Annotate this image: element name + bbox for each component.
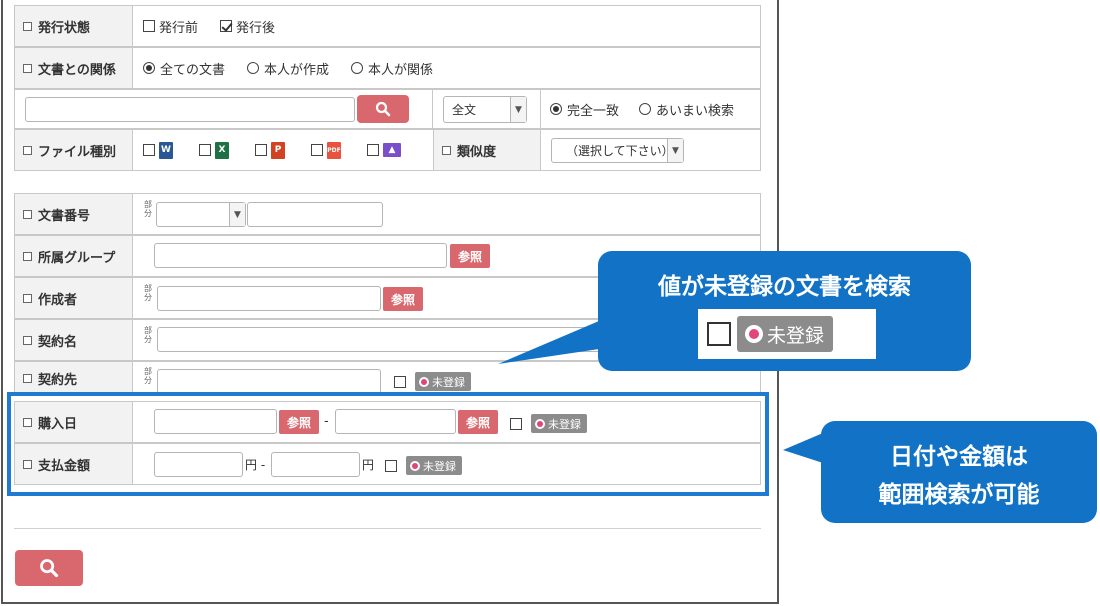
author-input[interactable] (157, 286, 381, 311)
similarity-select[interactable]: （選択して下さい） ▼ (551, 138, 684, 163)
group-reference-button[interactable]: 参照 (450, 244, 490, 268)
field-toggle-icon (23, 209, 32, 219)
filetype-powerpoint[interactable]: P (255, 141, 285, 159)
similarity-label[interactable]: 類似度 (433, 130, 541, 170)
radio-related-dot[interactable] (351, 62, 364, 74)
callout-pointer (783, 433, 823, 463)
filetype-label[interactable]: ファイル種別 (15, 130, 133, 170)
callout-pointer (498, 318, 606, 364)
author-reference-button[interactable]: 参照 (383, 287, 423, 311)
checkbox-unregistered[interactable] (394, 375, 406, 388)
partial-match-mark: 部分 (144, 284, 152, 302)
doc-number-prefix-select[interactable]: ▼ (156, 202, 246, 227)
search-icon (375, 101, 391, 117)
radio-created-by-me[interactable]: 本人が作成 (247, 59, 329, 78)
callout-range-line1: 日付や金額は (890, 444, 1028, 470)
unregistered-badge[interactable]: 未登録 (415, 372, 471, 391)
row-keyword: 全文 ▼ 完全一致 あいまい検索 (14, 89, 761, 129)
radio-all-docs[interactable]: 全ての文書 (143, 59, 225, 78)
checkbox-powerpoint[interactable] (255, 144, 267, 156)
keyword-search-button[interactable] (357, 95, 409, 123)
pdf-icon: PDF (327, 141, 341, 159)
checkbox-pdf[interactable] (311, 144, 323, 156)
field-toggle-icon (23, 251, 32, 261)
row-doc-number: 文書番号 部分 ▼ (14, 193, 761, 235)
partial-match-mark: 部分 (144, 367, 152, 385)
field-toggle-icon (23, 374, 32, 383)
radio-exact-dot[interactable] (550, 103, 562, 115)
radio-exact-match[interactable]: 完全一致 (550, 100, 619, 119)
radio-created-dot[interactable] (247, 62, 260, 74)
field-toggle-icon (23, 335, 32, 345)
chevron-down-icon: ▼ (510, 97, 526, 122)
excel-icon: X (215, 141, 229, 159)
radio-fuzzy-dot[interactable] (639, 103, 652, 115)
sample-checkbox (707, 322, 731, 346)
keyword-input[interactable] (25, 97, 355, 122)
callout-unregistered-title: 値が未登録の文書を検索 (658, 274, 911, 300)
row-issue-status: 発行状態 発行前 発行後 (14, 5, 761, 47)
search-button[interactable] (15, 550, 83, 586)
no-filter-icon (419, 376, 429, 387)
scope-select[interactable]: 全文 ▼ (443, 96, 527, 123)
callout-range: 日付や金額は 範囲検索が可能 (821, 421, 1097, 523)
radio-fuzzy-match[interactable]: あいまい検索 (639, 100, 734, 119)
filetype-word[interactable]: W (143, 141, 173, 159)
radio-related-to-me[interactable]: 本人が関係 (351, 59, 433, 78)
row-relation: 文書との関係 全ての文書 本人が作成 本人が関係 (14, 47, 761, 89)
checkbox-before-issue[interactable] (143, 20, 155, 32)
option-after-issue[interactable]: 発行後 (220, 17, 275, 36)
image-icon: ▲ (383, 143, 401, 157)
checkbox-word[interactable] (143, 144, 155, 156)
word-icon: W (159, 141, 173, 159)
chevron-down-icon: ▼ (667, 139, 683, 162)
doc-number-label[interactable]: 文書番号 (15, 194, 133, 234)
issue-status-label[interactable]: 発行状態 (15, 6, 133, 46)
partial-match-mark: 部分 (144, 200, 152, 218)
doc-number-input[interactable] (247, 202, 383, 227)
sample-unregistered-badge: 未登録 (737, 316, 834, 352)
field-toggle-icon (442, 145, 451, 155)
option-before-issue[interactable]: 発行前 (143, 17, 198, 36)
group-input[interactable] (154, 243, 447, 268)
no-filter-icon (745, 325, 763, 343)
chevron-down-icon: ▼ (229, 203, 245, 226)
row-filetype: ファイル種別 W X P PDF ▲ 類似度 （選択して下さい） ▼ (14, 129, 761, 171)
field-toggle-icon (23, 21, 32, 31)
checkbox-image[interactable] (367, 144, 379, 156)
checkbox-excel[interactable] (199, 144, 211, 156)
checkbox-after-issue[interactable] (220, 20, 233, 32)
counterparty-input[interactable] (157, 369, 381, 394)
range-search-highlight (7, 392, 769, 496)
counterparty-unregistered-filter[interactable]: 未登録 (394, 372, 471, 391)
callout-range-line2: 範囲検索が可能 (878, 482, 1040, 508)
divider (14, 528, 761, 529)
callout-unregistered-sample: 未登録 (698, 309, 876, 359)
group-label[interactable]: 所属グループ (15, 236, 133, 276)
partial-match-mark: 部分 (144, 326, 152, 344)
author-label[interactable]: 作成者 (15, 278, 133, 318)
contract-name-label[interactable]: 契約名 (15, 320, 133, 360)
counterparty-label[interactable]: 契約先 (15, 362, 133, 395)
search-icon (40, 559, 59, 578)
powerpoint-icon: P (271, 141, 285, 159)
relation-label[interactable]: 文書との関係 (15, 48, 133, 88)
field-toggle-icon (23, 145, 32, 155)
callout-unregistered: 値が未登録の文書を検索 未登録 (598, 251, 971, 371)
filetype-image[interactable]: ▲ (367, 143, 401, 157)
filetype-pdf[interactable]: PDF (311, 141, 341, 159)
filetype-excel[interactable]: X (199, 141, 229, 159)
field-toggle-icon (23, 293, 32, 303)
field-toggle-icon (23, 63, 32, 73)
radio-all-docs-dot[interactable] (143, 62, 155, 74)
